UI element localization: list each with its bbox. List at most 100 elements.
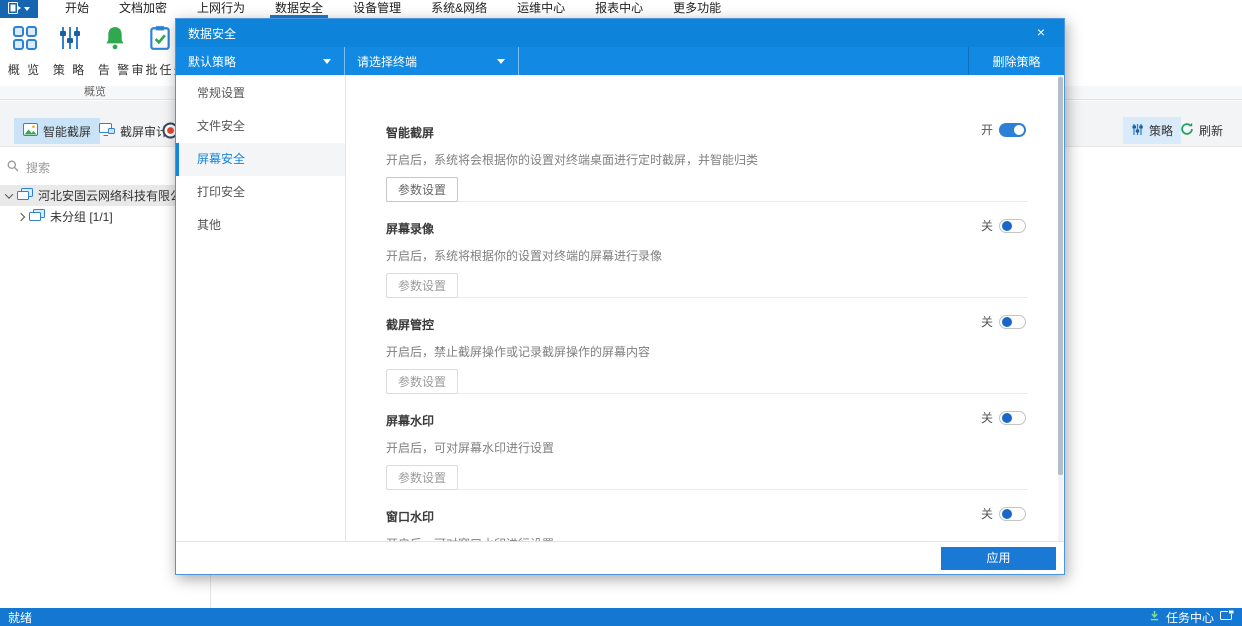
ribbon-alert-label: 告 警 [98, 61, 131, 78]
tab-smart-screenshot-label: 智能截屏 [43, 123, 91, 140]
section-title: 窗口水印 [386, 508, 1028, 525]
tree-item-ungrouped-label: 未分组 [1/1] [50, 208, 113, 225]
data-security-dialog: 数据安全 × 默认策略 请选择终端 删除策略 常规设置 文件安全 屏幕安全 打印… [175, 18, 1065, 575]
toggle-state-label: 关 [981, 505, 993, 522]
sliders-icon [57, 25, 83, 54]
dialog-body: 常规设置 文件安全 屏幕安全 打印安全 其他 智能截屏 开 开启后，系统将会根据… [176, 75, 1064, 541]
dialog-scrollbar[interactable] [1058, 75, 1063, 541]
section-description: 开启后，可对屏幕水印进行设置 [386, 439, 1028, 456]
section-description: 开启后，系统将会根据你的设置对终端桌面进行定时截屏，并智能归类 [386, 151, 1028, 168]
menu-item-more[interactable]: 更多功能 [658, 0, 736, 18]
toggle-state-label: 开 [981, 121, 993, 138]
section-smart-screenshot: 智能截屏 开 开启后，系统将会根据你的设置对终端桌面进行定时截屏，并智能归类 参… [386, 106, 1028, 202]
toggle-state-label: 关 [981, 217, 993, 234]
policy-button-label: 策略 [1149, 122, 1173, 139]
section-title: 屏幕录像 [386, 220, 1028, 237]
chevron-down-icon [323, 59, 331, 64]
menu-item-data-security[interactable]: 数据安全 [260, 0, 338, 18]
ribbon-policy-label: 策 略 [53, 61, 86, 78]
ribbon-overview-label: 概 览 [8, 61, 41, 78]
refresh-button-label: 刷新 [1199, 122, 1223, 139]
screenshot-control-toggle[interactable]: 关 [981, 313, 1026, 330]
policy-dropdown[interactable]: 默认策略 [176, 47, 345, 75]
smart-screenshot-toggle[interactable]: 开 [981, 121, 1026, 138]
param-settings-button[interactable]: 参数设置 [386, 273, 458, 298]
screen-recording-toggle[interactable]: 关 [981, 217, 1026, 234]
dialog-sidebar: 常规设置 文件安全 屏幕安全 打印安全 其他 [176, 75, 346, 541]
screen-watermark-toggle[interactable]: 关 [981, 409, 1026, 426]
message-monitor-icon[interactable] [1220, 610, 1234, 624]
toggle-switch[interactable] [999, 219, 1026, 233]
section-description: 开启后，系统将根据你的设置对终端的屏幕进行录像 [386, 247, 1028, 264]
tab-screenshot-audit-label: 截屏审计 [120, 123, 168, 140]
chevron-down-icon [5, 190, 13, 198]
ribbon-group-label: 概览 [0, 86, 190, 99]
apply-button[interactable]: 应用 [941, 547, 1056, 570]
window-watermark-toggle[interactable]: 关 [981, 505, 1026, 522]
sliders-icon [1131, 123, 1144, 139]
section-window-watermark: 窗口水印 关 开启后，可对窗口水印进行设置 参数设置 [386, 490, 1028, 541]
toggle-state-label: 关 [981, 409, 993, 426]
chevron-down-icon [24, 7, 30, 11]
close-icon[interactable]: × [1032, 24, 1050, 42]
filter-bar-spacer [519, 47, 968, 75]
section-screen-recording: 屏幕录像 关 开启后，系统将根据你的设置对终端的屏幕进行录像 参数设置 [386, 202, 1028, 298]
dialog-filter-bar: 默认策略 请选择终端 删除策略 [176, 47, 1064, 75]
computer-group-icon [17, 188, 33, 204]
menu-item-device-mgmt[interactable]: 设备管理 [338, 0, 416, 18]
section-title: 智能截屏 [386, 124, 1028, 141]
scrollbar-thumb[interactable] [1058, 77, 1063, 475]
screen-audit-icon [99, 123, 115, 139]
toggle-switch[interactable] [999, 507, 1026, 521]
sidebar-item-other[interactable]: 其他 [176, 209, 345, 242]
ribbon-policy-button[interactable]: 策 略 [47, 25, 92, 78]
menu-item-doc-encrypt[interactable]: 文档加密 [104, 0, 182, 18]
chevron-down-icon [497, 59, 505, 64]
dialog-title: 数据安全 [188, 25, 236, 42]
app-menu-button[interactable] [0, 0, 38, 18]
section-description: 开启后，禁止截屏操作或记录截屏操作的屏幕内容 [386, 343, 1028, 360]
application-window: 开始 文档加密 上网行为 数据安全 设备管理 系统&网络 运维中心 报表中心 更… [0, 0, 1242, 626]
main-menu: 开始 文档加密 上网行为 数据安全 设备管理 系统&网络 运维中心 报表中心 更… [50, 0, 736, 18]
delete-policy-button[interactable]: 删除策略 [968, 47, 1064, 75]
refresh-icon [1180, 122, 1194, 139]
param-settings-button[interactable]: 参数设置 [386, 177, 458, 202]
picture-icon [23, 123, 38, 139]
status-bar: 就绪 任务中心 [0, 608, 1242, 626]
search-icon [7, 160, 19, 175]
search-input[interactable] [26, 161, 176, 175]
dialog-footer: 应用 [176, 541, 1064, 574]
menu-item-web-behavior[interactable]: 上网行为 [182, 0, 260, 18]
app-window-icon [8, 2, 21, 17]
sidebar-item-screen-security[interactable]: 屏幕安全 [176, 143, 345, 176]
terminal-dropdown-value: 请选择终端 [357, 53, 417, 70]
param-settings-button[interactable]: 参数设置 [386, 465, 458, 490]
sidebar-item-print-security[interactable]: 打印安全 [176, 176, 345, 209]
chevron-right-icon [17, 212, 25, 220]
toggle-state-label: 关 [981, 313, 993, 330]
terminal-dropdown[interactable]: 请选择终端 [345, 47, 519, 75]
param-settings-button[interactable]: 参数设置 [386, 369, 458, 394]
toggle-switch[interactable] [999, 315, 1026, 329]
menu-item-ops-center[interactable]: 运维中心 [502, 0, 580, 18]
dialog-title-bar[interactable]: 数据安全 × [176, 19, 1064, 47]
ribbon-overview-button[interactable]: 概 览 [2, 25, 47, 78]
computer-group-icon [29, 209, 45, 225]
grid-icon [12, 25, 38, 54]
sidebar-item-file-security[interactable]: 文件安全 [176, 110, 345, 143]
ribbon-alert-button[interactable]: 告 警 [92, 25, 137, 78]
clipboard-check-icon [147, 25, 173, 54]
task-center-button[interactable]: 任务中心 [1166, 609, 1214, 626]
refresh-button[interactable]: 刷新 [1172, 117, 1231, 144]
download-arrow-icon [1149, 610, 1160, 624]
menu-item-report-center[interactable]: 报表中心 [580, 0, 658, 18]
section-screenshot-control: 截屏管控 关 开启后，禁止截屏操作或记录截屏操作的屏幕内容 参数设置 [386, 298, 1028, 394]
menu-item-start[interactable]: 开始 [50, 0, 104, 18]
toggle-switch[interactable] [999, 123, 1026, 137]
menu-item-system-network[interactable]: 系统&网络 [416, 0, 502, 18]
tab-smart-screenshot[interactable]: 智能截屏 [14, 118, 100, 144]
toggle-switch[interactable] [999, 411, 1026, 425]
bell-icon [102, 25, 128, 54]
sidebar-item-general[interactable]: 常规设置 [176, 77, 345, 110]
status-text: 就绪 [8, 609, 32, 626]
